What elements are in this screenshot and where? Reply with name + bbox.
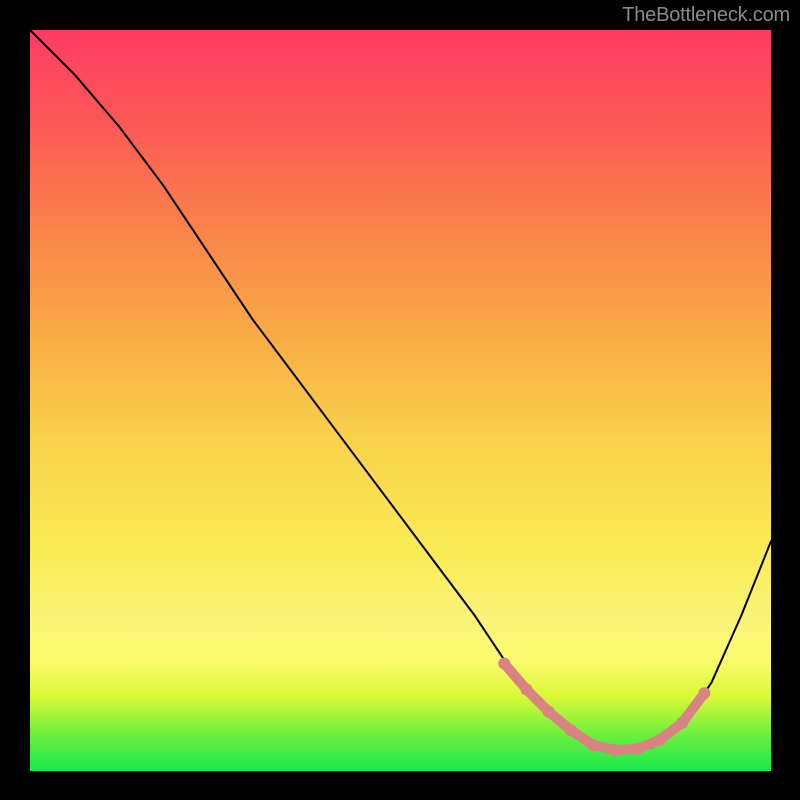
highlight-marker	[609, 744, 621, 756]
highlight-marker	[654, 734, 666, 746]
highlight-marker	[632, 743, 644, 755]
chart-svg	[30, 30, 771, 771]
highlight-marker	[498, 658, 510, 670]
highlight-marker	[543, 706, 555, 718]
watermark-text: TheBottleneck.com	[622, 4, 790, 27]
highlight-segment	[504, 664, 704, 751]
chart-frame: TheBottleneck.com	[0, 0, 800, 800]
highlight-marker	[520, 683, 532, 695]
highlight-marker	[676, 717, 688, 729]
curve-main	[30, 30, 771, 750]
highlight-marker	[698, 687, 710, 699]
plot-area	[30, 30, 771, 771]
highlight-marker	[587, 739, 599, 751]
highlight-marker	[565, 724, 577, 736]
